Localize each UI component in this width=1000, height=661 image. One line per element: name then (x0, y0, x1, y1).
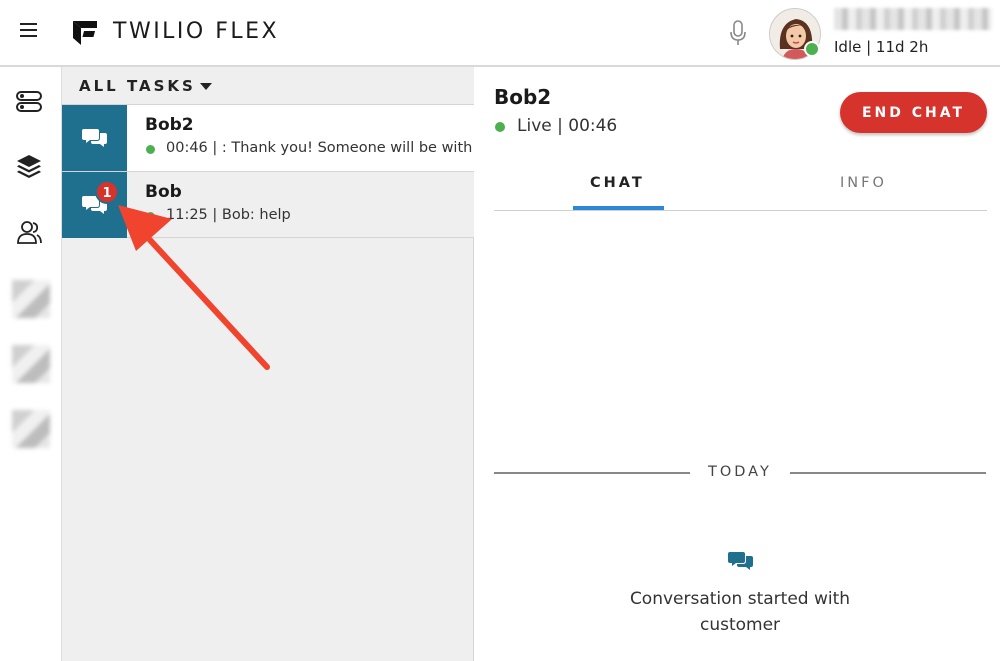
task-last-message: 00:46 | : Thank you! Someone will be wit… (166, 140, 473, 156)
task-status-dot (146, 212, 155, 221)
chat-bubbles-icon (728, 552, 753, 570)
day-divider-line (494, 472, 690, 474)
agents-icon[interactable] (16, 219, 42, 245)
tab-divider (494, 210, 987, 211)
system-message: Conversation started with customer (629, 589, 851, 635)
task-customer-name: Bob (145, 182, 182, 202)
task-item[interactable]: Bob2 00:46 | : Thank you! Someone will b… (62, 104, 474, 171)
caret-down-icon (200, 83, 212, 90)
redacted-nav-icon[interactable] (12, 410, 50, 448)
top-header: TWILIO FLEX Idle | 11d 2h (0, 0, 1000, 67)
task-status-dot (146, 145, 155, 154)
day-divider-line (790, 472, 986, 474)
task-channel-icon-box: 1 (62, 172, 127, 238)
user-activity-status[interactable]: Idle | 11d 2h (834, 38, 928, 56)
brand-title: TWILIO FLEX (113, 19, 280, 44)
unread-count-badge: 1 (95, 180, 119, 204)
redacted-nav-icon[interactable] (12, 280, 50, 318)
end-chat-button[interactable]: END CHAT (840, 92, 987, 133)
chat-bubbles-icon (82, 129, 107, 147)
microphone-icon[interactable] (728, 20, 748, 46)
active-tab-indicator (573, 206, 664, 210)
chat-customer-name: Bob2 (494, 85, 552, 109)
task-customer-name: Bob2 (145, 115, 194, 135)
toggles-icon[interactable] (16, 88, 42, 114)
tab-info[interactable]: INFO (840, 175, 887, 191)
live-status-dot (495, 122, 505, 132)
task-filter-label: ALL TASKS (79, 77, 196, 95)
redacted-nav-icon[interactable] (12, 345, 50, 383)
twilio-flex-logo-icon (73, 21, 97, 45)
tab-chat[interactable]: CHAT (590, 175, 645, 191)
availability-status-dot (804, 41, 820, 57)
chat-panel: Bob2 Live | 00:46 END CHAT CHAT INFO TOD… (475, 67, 1000, 661)
task-last-message: 11:25 | Bob: help (166, 207, 291, 223)
task-list-panel: ALL TASKS Bob2 00:46 | : Thank you! Some… (62, 67, 474, 661)
day-divider-label: TODAY (708, 464, 772, 480)
task-item[interactable]: 1 Bob 11:25 | Bob: help (62, 171, 474, 238)
hamburger-menu-icon[interactable] (20, 23, 37, 39)
user-name-redacted (834, 8, 992, 30)
side-navigation (0, 67, 62, 661)
layers-icon[interactable] (16, 153, 42, 179)
task-channel-icon-box (62, 105, 127, 171)
chat-live-status: Live | 00:46 (517, 116, 618, 136)
task-filter-dropdown[interactable]: ALL TASKS (62, 67, 474, 104)
